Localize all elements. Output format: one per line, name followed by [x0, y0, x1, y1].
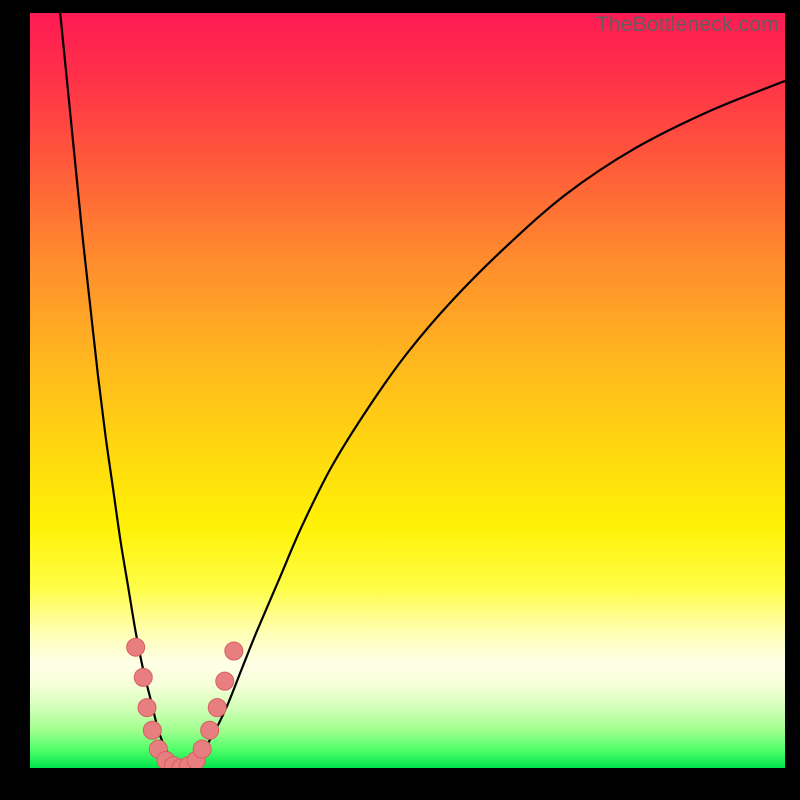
curve-marker [201, 721, 219, 739]
curve-marker [208, 699, 226, 717]
curve-markers [127, 638, 243, 768]
bottleneck-chart [30, 13, 785, 768]
curve-marker [138, 699, 156, 717]
curve-marker [193, 740, 211, 758]
bottleneck-curve [60, 13, 785, 768]
chart-plot-area: TheBottleneck.com [30, 13, 785, 768]
curve-marker [134, 668, 152, 686]
curve-marker [216, 672, 234, 690]
curve-marker [225, 642, 243, 660]
curve-marker [127, 638, 145, 656]
curve-marker [143, 721, 161, 739]
chart-frame: TheBottleneck.com [0, 0, 800, 800]
